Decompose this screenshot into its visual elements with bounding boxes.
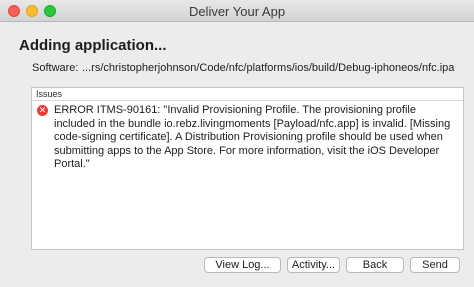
deliver-app-window: Deliver Your App Adding application... S… bbox=[0, 0, 474, 287]
send-button[interactable]: Send bbox=[410, 257, 460, 273]
error-x-icon: ✕ bbox=[37, 105, 48, 116]
view-log-button[interactable]: View Log... bbox=[204, 257, 281, 273]
issue-message: ERROR ITMS-90161: "Invalid Provisioning … bbox=[54, 104, 451, 170]
back-button[interactable]: Back bbox=[346, 257, 404, 273]
issues-header: Issues bbox=[32, 88, 463, 101]
page-heading: Adding application... bbox=[19, 37, 167, 54]
software-label: Software: bbox=[32, 62, 79, 74]
issue-row[interactable]: ✕ ERROR ITMS-90161: "Invalid Provisionin… bbox=[32, 101, 463, 172]
window-title: Deliver Your App bbox=[188, 4, 286, 19]
software-path: ...rs/christopherjohnson/Code/nfc/platfo… bbox=[82, 62, 455, 74]
activity-button[interactable]: Activity... bbox=[287, 257, 340, 273]
title-bar[interactable]: Deliver Your App bbox=[0, 0, 474, 22]
issues-panel: Issues ✕ ERROR ITMS-90161: "Invalid Prov… bbox=[31, 87, 464, 250]
